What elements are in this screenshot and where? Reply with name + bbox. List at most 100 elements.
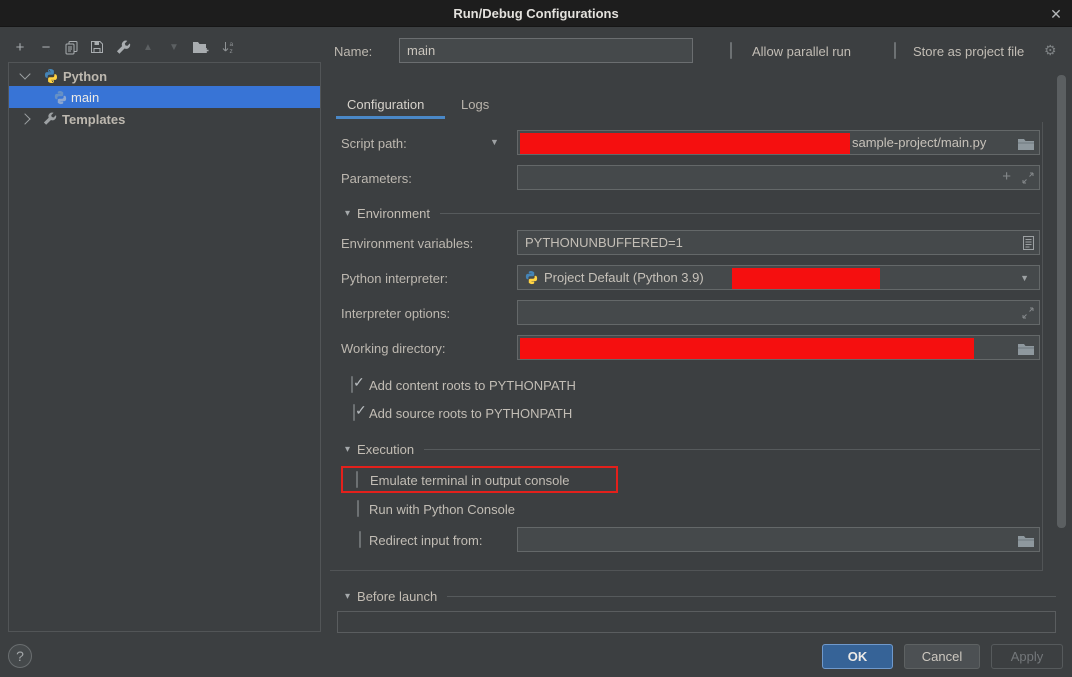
tree-label-python: Python (63, 69, 107, 84)
python-icon (53, 90, 68, 105)
environment-variables-field[interactable]: PYTHONUNBUFFERED=1 (517, 230, 1040, 255)
python-interpreter-combobox[interactable]: Project Default (Python 3.9) ▼ (517, 265, 1040, 290)
section-divider (424, 449, 1040, 450)
ok-button[interactable]: OK (822, 644, 893, 669)
parameters-label: Parameters: (341, 171, 412, 186)
script-path-visible-value: sample-project/main.py (852, 135, 986, 150)
sort-az-icon: az (221, 40, 235, 54)
gear-icon[interactable]: ⚙ (1044, 42, 1057, 59)
script-path-field[interactable]: sample-project/main.py (517, 130, 1040, 155)
section-collapse-icon[interactable]: ▾ (345, 444, 350, 455)
checkmark-icon: ✓ (355, 402, 367, 419)
python-icon (43, 68, 59, 84)
minus-icon: − (42, 39, 51, 56)
section-before-launch[interactable]: ▾ Before launch (345, 589, 1056, 604)
script-path-label: Script path: (341, 136, 407, 151)
tree-label-templates: Templates (62, 112, 125, 127)
section-environment[interactable]: ▾ Environment (345, 206, 1040, 221)
save-icon (90, 40, 104, 54)
environment-variables-value: PYTHONUNBUFFERED=1 (518, 235, 683, 250)
name-input[interactable] (399, 38, 693, 63)
run-with-python-console-checkbox[interactable] (357, 500, 359, 517)
folder-plus-icon (192, 41, 209, 54)
wrench-icon (43, 112, 57, 126)
move-up-button[interactable]: ▲ (138, 37, 158, 57)
python-interpreter-label: Python interpreter: (341, 271, 448, 286)
vertical-scrollbar[interactable] (1057, 75, 1066, 528)
scroll-area-border (1042, 122, 1043, 570)
arrow-down-icon: ▼ (169, 42, 179, 53)
section-collapse-icon[interactable]: ▾ (345, 208, 350, 219)
help-button[interactable]: ? (8, 644, 32, 668)
before-launch-task-list[interactable] (337, 611, 1056, 633)
add-macro-plus-icon[interactable]: + (1002, 168, 1011, 185)
python-icon (524, 270, 539, 285)
dialog-title: Run/Debug Configurations (0, 0, 1072, 27)
edit-templates-button[interactable] (113, 37, 133, 57)
redirect-input-checkbox[interactable] (359, 531, 361, 548)
section-collapse-icon[interactable]: ▾ (345, 591, 350, 602)
sort-configurations-button[interactable]: az (218, 37, 238, 57)
redaction-block (520, 133, 850, 154)
apply-button[interactable]: Apply (991, 644, 1063, 669)
tree-item-templates-group[interactable]: Templates (9, 108, 320, 130)
section-before-launch-label: Before launch (357, 589, 437, 604)
allow-parallel-run-checkbox[interactable] (730, 42, 732, 59)
emulate-terminal-label: Emulate terminal in output console (370, 473, 569, 488)
redirect-input-field[interactable] (517, 527, 1040, 552)
cancel-button[interactable]: Cancel (904, 644, 980, 669)
store-as-project-file-checkbox[interactable] (894, 42, 896, 59)
run-with-python-console-label: Run with Python Console (369, 502, 515, 517)
arrow-up-icon: ▲ (143, 42, 153, 53)
configurations-tree: Python main Templates (8, 62, 321, 632)
add-source-roots-checkbox[interactable]: ✓ (353, 404, 355, 421)
save-configuration-button[interactable] (87, 37, 107, 57)
emulate-terminal-checkbox[interactable] (356, 471, 358, 488)
add-content-roots-checkbox[interactable]: ✓ (351, 376, 353, 393)
scroll-area-border (330, 570, 1043, 571)
chevron-down-icon[interactable] (19, 68, 30, 79)
move-down-button[interactable]: ▼ (164, 37, 184, 57)
wrench-icon (116, 40, 131, 55)
add-content-roots-label: Add content roots to PYTHONPATH (369, 378, 576, 393)
new-folder-button[interactable] (190, 37, 210, 57)
section-execution[interactable]: ▾ Execution (345, 442, 1040, 457)
title-bar: Run/Debug Configurations (0, 0, 1072, 27)
folder-icon[interactable] (1018, 343, 1034, 355)
edit-variables-list-icon[interactable] (1023, 236, 1034, 250)
name-label: Name: (334, 44, 372, 59)
interpreter-options-field[interactable] (517, 300, 1040, 325)
folder-icon[interactable] (1018, 138, 1034, 150)
allow-parallel-run-label: Allow parallel run (752, 44, 851, 59)
close-icon[interactable]: ✕ (1046, 4, 1066, 24)
svg-text:z: z (230, 48, 233, 54)
parameters-field[interactable]: + (517, 165, 1040, 190)
checkmark-icon: ✓ (353, 374, 365, 391)
redirect-input-label: Redirect input from: (369, 533, 482, 548)
chevron-right-icon[interactable] (19, 113, 30, 124)
copy-configuration-button[interactable] (61, 37, 81, 57)
working-directory-field[interactable] (517, 335, 1040, 360)
combo-arrow-icon[interactable]: ▼ (1020, 273, 1029, 283)
section-environment-label: Environment (357, 206, 430, 221)
section-divider (447, 596, 1056, 597)
tree-label-main: main (71, 90, 99, 105)
tab-logs[interactable]: Logs (461, 97, 489, 112)
store-as-project-file-label: Store as project file (913, 44, 1024, 59)
tree-item-python-group[interactable]: Python (9, 65, 320, 87)
environment-variables-label: Environment variables: (341, 236, 473, 251)
expand-field-icon[interactable] (1022, 172, 1034, 184)
tree-item-main-selected[interactable]: main (9, 86, 320, 108)
folder-icon[interactable] (1018, 535, 1034, 547)
plus-icon: + (16, 39, 25, 56)
remove-configuration-button[interactable]: − (36, 37, 56, 57)
python-interpreter-value: Project Default (Python 3.9) (544, 270, 704, 285)
script-path-options-chevron-icon[interactable]: ▼ (490, 137, 499, 147)
tab-configuration[interactable]: Configuration (347, 97, 424, 112)
expand-field-icon[interactable] (1022, 307, 1034, 319)
svg-text:a: a (230, 41, 234, 48)
copy-icon (64, 40, 79, 55)
add-configuration-button[interactable]: + (10, 37, 30, 57)
add-source-roots-label: Add source roots to PYTHONPATH (369, 406, 572, 421)
run-debug-configurations-dialog: Run/Debug Configurations ✕ + − ▲ ▼ az Py… (0, 0, 1072, 677)
